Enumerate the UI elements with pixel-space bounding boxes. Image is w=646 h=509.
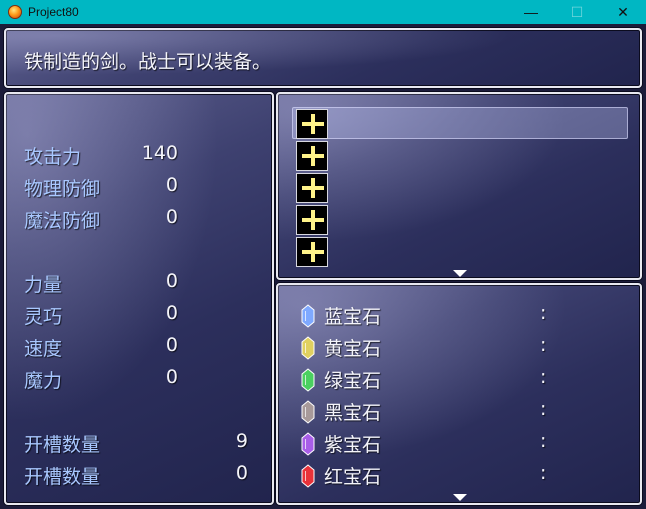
stat-label-slot-count: 开槽数量 <box>24 434 101 456</box>
gem-name-blue[interactable]: 蓝宝石 <box>324 302 381 329</box>
selection-cursor[interactable] <box>292 107 628 139</box>
gem-name-purple[interactable]: 紫宝石 <box>324 430 381 457</box>
gem-name-yellow[interactable]: 黄宝石 <box>324 334 381 361</box>
maximize-button: ☐ <box>570 3 584 20</box>
stat-value-dexterity: 0 <box>165 302 178 324</box>
arrow-down-icon[interactable] <box>453 494 467 501</box>
game-screen: 铁制造的剑。战士可以装备。 攻击力 140 物理防御 0 魔法防御 0 力量 0… <box>0 24 646 509</box>
stat-label-slot-count-2: 开槽数量 <box>24 466 101 488</box>
description-window: 铁制造的剑。战士可以装备。 <box>4 28 642 88</box>
gem-colon-blue: : <box>540 302 547 324</box>
yellow-gem-icon <box>301 336 315 360</box>
window-title: Project80 <box>28 5 79 19</box>
gems-window: 蓝宝石 : 黄宝石 : 绿宝石 : 黑宝石 : 紫宝石 : 红宝石 : <box>276 283 642 505</box>
plus-icon[interactable] <box>296 237 328 267</box>
green-gem-icon <box>301 368 315 392</box>
minimize-button[interactable]: — <box>508 0 554 24</box>
stat-label-magic-defense: 魔法防御 <box>24 210 101 232</box>
gem-colon-green: : <box>540 366 547 388</box>
arrow-down-icon[interactable] <box>453 270 467 277</box>
plus-icon[interactable] <box>296 141 328 171</box>
stat-label-attack: 攻击力 <box>24 146 82 168</box>
red-gem-icon <box>301 464 315 488</box>
stat-value-speed: 0 <box>165 334 178 356</box>
plus-icon[interactable] <box>296 173 328 203</box>
app-icon <box>8 5 22 19</box>
plus-icon[interactable] <box>296 205 328 235</box>
item-description: 铁制造的剑。战士可以装备。 <box>24 51 272 73</box>
stat-label-speed: 速度 <box>24 338 63 360</box>
stat-label-strength: 力量 <box>24 274 63 296</box>
gem-colon-yellow: : <box>540 334 547 356</box>
stat-value-attack: 140 <box>141 142 178 164</box>
stat-value-slot-count: 9 <box>235 430 248 452</box>
plus-icon[interactable] <box>296 109 328 139</box>
stat-label-dexterity: 灵巧 <box>24 306 63 328</box>
purple-gem-icon <box>301 432 315 456</box>
stat-value-magic-defense: 0 <box>165 206 178 228</box>
close-button[interactable]: ✕ <box>600 0 646 24</box>
black-gem-icon <box>301 400 315 424</box>
stat-value-physical-defense: 0 <box>165 174 178 196</box>
stat-value-strength: 0 <box>165 270 178 292</box>
stat-value-slot-count-2: 0 <box>235 462 248 484</box>
gem-name-red[interactable]: 红宝石 <box>324 462 381 489</box>
stat-label-physical-defense: 物理防御 <box>24 178 101 200</box>
blue-gem-icon <box>301 304 315 328</box>
stats-window: 攻击力 140 物理防御 0 魔法防御 0 力量 0 灵巧 0 速度 0 魔力 … <box>4 92 274 505</box>
title-bar[interactable]: Project80 — ☐ ✕ <box>0 0 646 24</box>
slots-window <box>276 92 642 280</box>
gem-name-green[interactable]: 绿宝石 <box>324 366 381 393</box>
stat-label-magic: 魔力 <box>24 370 63 392</box>
gem-colon-black: : <box>540 398 547 420</box>
gem-name-black[interactable]: 黑宝石 <box>324 398 381 425</box>
gem-colon-red: : <box>540 462 547 484</box>
gem-colon-purple: : <box>540 430 547 452</box>
stat-value-magic: 0 <box>165 366 178 388</box>
